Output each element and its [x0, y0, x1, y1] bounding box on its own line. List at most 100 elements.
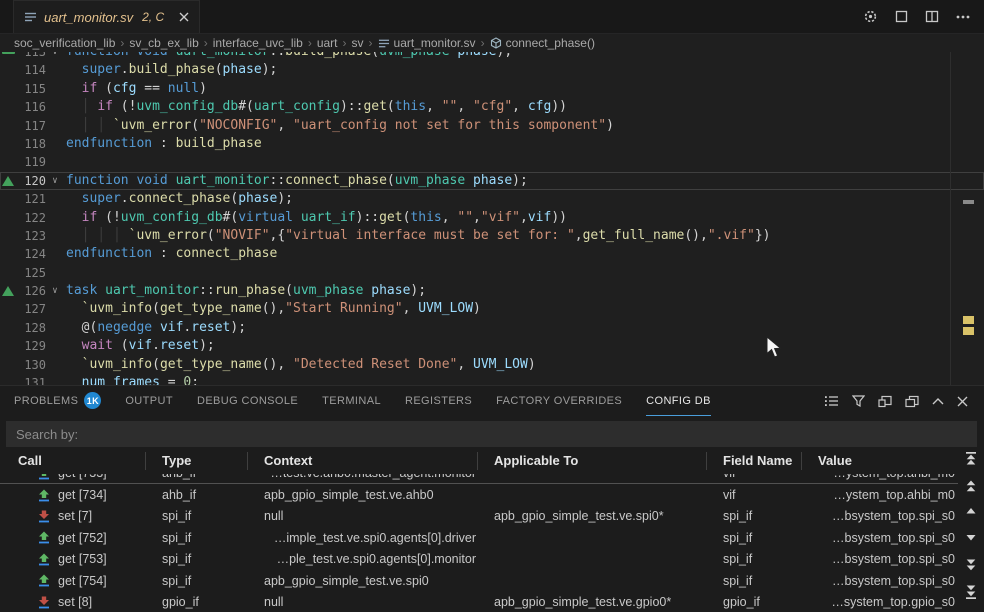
panel-tab-config-db[interactable]: CONFIG DB [646, 386, 711, 416]
table-row-get-753-[interactable]: get [753]spi_if…ple_test.ve.spi0.agents[… [0, 549, 958, 570]
panel-tab-registers[interactable]: REGISTERS [405, 386, 472, 416]
line-number: 130 [18, 356, 46, 374]
line-number: 122 [18, 209, 46, 227]
fold-gutter [46, 98, 64, 116]
cell-context: apb_gpio_simple_test.ve.spi0 [248, 574, 478, 588]
cell-context: …ple_test.ve.spi0.agents[0].monitor [248, 552, 478, 566]
cell-call: get [734] [0, 488, 146, 502]
fold-gutter [46, 227, 64, 245]
cell-type: spi_if [146, 531, 248, 545]
breadcrumb: soc_verification_lib›sv_cb_ex_lib›interf… [0, 34, 984, 52]
code-text: if (cfg == null) [64, 80, 207, 98]
cell-call: set [7] [0, 509, 146, 523]
search-input[interactable] [6, 421, 977, 447]
table-row-get-734-[interactable]: get [734]ahb_ifapb_gpio_simple_test.ve.a… [0, 484, 958, 505]
cell-context: null [248, 595, 478, 609]
cell-field: spi_if [707, 509, 802, 523]
more-actions-icon[interactable] [956, 15, 970, 19]
code-line-130: 130 `uvm_info(get_type_name(), "Detected… [0, 356, 984, 374]
breadcrumb-item-connect-phase-[interactable]: connect_phase() [490, 36, 595, 50]
breadcrumb-separator: › [199, 36, 213, 50]
gutter-triangle-marker-icon [0, 172, 18, 190]
split-editor-icon[interactable] [925, 10, 939, 23]
table-row-get-752-[interactable]: get [752]spi_if…imple_test.ve.spi0.agent… [0, 527, 958, 548]
cell-value: …bsystem_top.spi_s0 [802, 574, 958, 588]
code-editor[interactable]: 113∨function void uart_monitor::build_ph… [0, 52, 984, 385]
fold-gutter [46, 300, 64, 318]
gutter [0, 319, 18, 337]
row-up-icon[interactable] [963, 504, 979, 520]
fold-gutter [46, 190, 64, 208]
maximize-panel-icon[interactable] [932, 398, 944, 405]
duplicate-panel-icon[interactable] [905, 395, 919, 408]
layout-square-icon[interactable] [895, 10, 908, 23]
code-text: task uart_monitor::run_phase(uvm_phase p… [64, 282, 426, 300]
code-text: endfunction : build_phase [64, 135, 262, 153]
table-row-set-8-[interactable]: set [8]gpio_ifnullapb_gpio_simple_test.v… [0, 591, 958, 612]
editor-tab-uart-monitor[interactable]: uart_monitor.sv 2, C [13, 0, 200, 33]
close-tab-icon[interactable] [179, 12, 189, 22]
panel-tab-problems[interactable]: PROBLEMS1K [14, 386, 101, 416]
breadcrumb-item-sv[interactable]: sv [352, 36, 364, 50]
fold-gutter [46, 153, 64, 171]
page-down-icon[interactable] [963, 558, 979, 574]
fold-chevron-icon[interactable]: ∨ [46, 52, 64, 61]
editor-tab-bar: uart_monitor.sv 2, C [0, 0, 984, 34]
code-text: function void uart_monitor::connect_phas… [64, 172, 528, 190]
code-text: @(negedge vif.reset); [64, 319, 246, 337]
line-number: 115 [18, 80, 46, 98]
panel-tab-output[interactable]: OUTPUT [125, 386, 173, 416]
table-row-get-754-[interactable]: get [754]spi_ifapb_gpio_simple_test.ve.s… [0, 570, 958, 591]
fold-gutter [46, 209, 64, 227]
column-header-field-name: Field Name [707, 452, 802, 470]
gutter [0, 209, 18, 227]
breadcrumb-item-uart-monitor-sv[interactable]: uart_monitor.sv [378, 36, 476, 50]
line-number: 128 [18, 319, 46, 337]
cell-type: spi_if [146, 509, 248, 523]
breadcrumb-separator: › [476, 36, 490, 50]
cell-context: null [248, 509, 478, 523]
breadcrumb-separator: › [338, 36, 352, 50]
settings-gear-icon[interactable] [863, 9, 878, 24]
code-text [64, 153, 66, 171]
line-number: 116 [18, 98, 46, 116]
fold-gutter [46, 245, 64, 263]
line-number: 126 [18, 282, 46, 300]
view-as-list-icon[interactable] [825, 395, 839, 407]
breadcrumb-item-soc-verification-lib[interactable]: soc_verification_lib [14, 36, 115, 50]
line-number: 129 [18, 337, 46, 355]
code-line-129: 129 wait (vif.reset); [0, 337, 984, 355]
fold-chevron-icon[interactable]: ∨ [46, 282, 64, 300]
filter-icon[interactable] [852, 395, 865, 407]
breadcrumb-item-sv-cb-ex-lib[interactable]: sv_cb_ex_lib [129, 36, 198, 50]
gutter [0, 227, 18, 245]
line-number: 117 [18, 117, 46, 135]
mouse-cursor [766, 336, 783, 364]
panel-tab-debug-console[interactable]: DEBUG CONSOLE [197, 386, 298, 416]
breadcrumb-item-uart[interactable]: uart [317, 36, 338, 50]
open-in-window-icon[interactable] [878, 395, 892, 408]
column-header-type: Type [146, 452, 248, 470]
cell-call: get [753] [0, 552, 146, 566]
fold-chevron-icon[interactable]: ∨ [46, 172, 64, 190]
fold-gutter [46, 61, 64, 79]
page-up-icon[interactable] [963, 479, 979, 495]
gutter [0, 153, 18, 171]
breadcrumb-item-interface-uvc-lib[interactable]: interface_uvc_lib [213, 36, 303, 50]
scroll-bottom-icon[interactable] [963, 584, 979, 600]
breadcrumb-separator: › [303, 36, 317, 50]
code-line-116: 116 │ if (!uvm_config_db#(uart_config)::… [0, 98, 984, 116]
line-number: 123 [18, 227, 46, 245]
table-row-get-733-[interactable]: get [733]ahb_if…test.ve.ahb0.master_agen… [0, 474, 958, 484]
close-panel-icon[interactable] [957, 396, 968, 407]
cell-call: get [733] [0, 474, 146, 480]
column-header-applicable-to: Applicable To [478, 452, 707, 470]
panel-tab-terminal[interactable]: TERMINAL [322, 386, 381, 416]
table-row-set-7-[interactable]: set [7]spi_ifnullapb_gpio_simple_test.ve… [0, 506, 958, 527]
scroll-top-icon[interactable] [963, 451, 979, 467]
code-line-120: 120∨function void uart_monitor::connect_… [0, 172, 984, 190]
row-down-icon[interactable] [963, 531, 979, 547]
line-number: 114 [18, 61, 46, 79]
panel-tab-factory-overrides[interactable]: FACTORY OVERRIDES [496, 386, 622, 416]
cell-call: get [752] [0, 531, 146, 545]
